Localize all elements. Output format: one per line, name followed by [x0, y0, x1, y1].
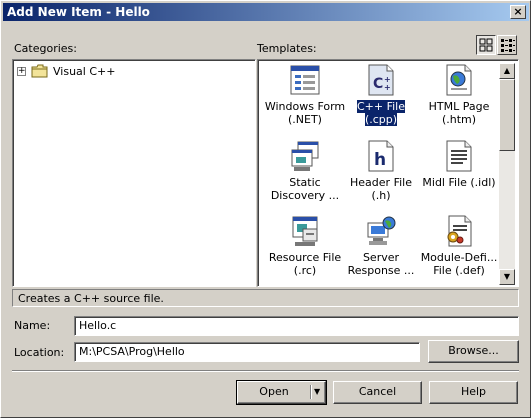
categories-tree[interactable]: + Visual C++	[12, 59, 256, 287]
resource-file-icon	[292, 216, 318, 246]
template-static-discovery[interactable]: Static Discovery ...	[264, 140, 346, 214]
template-label: Windows Form (.NET)	[264, 100, 346, 126]
template-server-response[interactable]: Server Response ...	[340, 215, 422, 289]
help-button[interactable]: Help	[429, 381, 518, 404]
template-label: Midl File (.idl)	[422, 176, 496, 189]
template-header-file[interactable]: h Header File (.h)	[340, 140, 422, 214]
open-button-label: Open	[259, 385, 289, 398]
location-input[interactable]: M:\PCSA\Prog\Hello	[74, 342, 420, 362]
large-icons-icon	[479, 38, 493, 52]
template-label: C++ File (.cpp)	[355, 99, 407, 127]
svg-text:+: +	[384, 83, 391, 92]
template-label: Resource File (.rc)	[268, 251, 342, 277]
templates-list[interactable]: Windows Form (.NET) C + + C++ File (.cpp…	[257, 59, 519, 287]
template-module-definition[interactable]: Module-Defi... File (.def)	[418, 215, 500, 289]
arrow-up-icon: ▲	[503, 66, 511, 75]
template-windows-form[interactable]: Windows Form (.NET)	[264, 64, 346, 138]
template-description: Creates a C++ source file.	[12, 289, 519, 307]
add-new-item-dialog: Add New Item - Hello × Categories: Templ…	[0, 0, 531, 418]
template-label: Module-Defi... File (.def)	[420, 251, 498, 277]
browse-button[interactable]: Browse...	[428, 340, 519, 363]
scroll-thumb[interactable]	[499, 79, 515, 151]
list-view-icon	[501, 39, 515, 52]
server-response-icon	[367, 216, 396, 245]
svg-text:h: h	[374, 150, 386, 170]
template-resource-file[interactable]: Resource File (.rc)	[264, 215, 346, 289]
separator	[12, 370, 519, 372]
tree-item-label: Visual C++	[53, 65, 116, 78]
scroll-up-button[interactable]: ▲	[499, 63, 515, 79]
svg-text:C: C	[373, 76, 383, 92]
module-def-icon	[447, 215, 472, 247]
name-label: Name:	[14, 319, 51, 332]
close-button[interactable]: ×	[510, 5, 526, 19]
template-cpp-file[interactable]: C + + C++ File (.cpp)	[340, 64, 422, 138]
cancel-button[interactable]: Cancel	[333, 381, 422, 404]
small-icons-view-button[interactable]	[497, 35, 517, 55]
windows-form-icon	[290, 65, 320, 95]
title-bar[interactable]: Add New Item - Hello ×	[3, 3, 529, 21]
static-discovery-icon	[291, 141, 319, 171]
scroll-down-button[interactable]: ▼	[499, 269, 515, 285]
template-label: Header File (.h)	[350, 176, 412, 202]
html-page-icon	[446, 64, 472, 96]
templates-label: Templates:	[257, 42, 317, 55]
open-split-divider	[310, 385, 312, 399]
close-icon: ×	[513, 5, 523, 18]
template-label: HTML Page (.htm)	[428, 100, 490, 126]
location-label: Location:	[14, 346, 65, 359]
large-icons-view-button[interactable]	[476, 35, 496, 55]
dropdown-arrow-icon[interactable]: ▼	[314, 382, 320, 402]
expand-icon[interactable]: +	[17, 67, 26, 76]
template-label: Static Discovery ...	[270, 176, 340, 202]
template-label: Server Response ...	[347, 251, 415, 277]
categories-label: Categories:	[14, 42, 77, 55]
arrow-down-icon: ▼	[503, 272, 511, 281]
header-file-icon: h	[368, 140, 394, 172]
open-button[interactable]: Open ▼	[236, 380, 327, 405]
folder-icon	[31, 64, 48, 78]
template-html-page[interactable]: HTML Page (.htm)	[418, 64, 500, 138]
window-title: Add New Item - Hello	[7, 5, 150, 19]
midl-file-icon	[446, 140, 472, 172]
templates-scrollbar[interactable]: ▲ ▼	[499, 63, 515, 285]
cpp-file-icon: C + +	[368, 64, 394, 96]
name-input[interactable]: Hello.c	[74, 316, 519, 336]
template-midl-file[interactable]: Midl File (.idl)	[418, 140, 500, 214]
